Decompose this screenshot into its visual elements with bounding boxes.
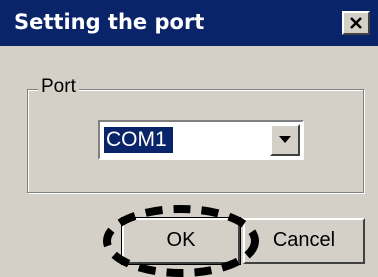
chevron-down-icon xyxy=(279,136,291,143)
title-bar[interactable]: Setting the port xyxy=(0,0,378,46)
close-button[interactable] xyxy=(342,11,370,35)
port-dropdown-button[interactable] xyxy=(270,124,300,156)
cancel-button[interactable]: Cancel xyxy=(243,218,365,264)
port-select-value: COM1 xyxy=(104,127,173,153)
port-select[interactable]: COM1 xyxy=(98,120,304,160)
ok-button[interactable]: OK xyxy=(121,217,241,265)
setting-the-port-dialog: Setting the port Port COM1 OK Cancel xyxy=(0,0,378,277)
port-group-label: Port xyxy=(38,74,79,100)
close-icon xyxy=(350,17,362,29)
dialog-title: Setting the port xyxy=(14,10,205,34)
